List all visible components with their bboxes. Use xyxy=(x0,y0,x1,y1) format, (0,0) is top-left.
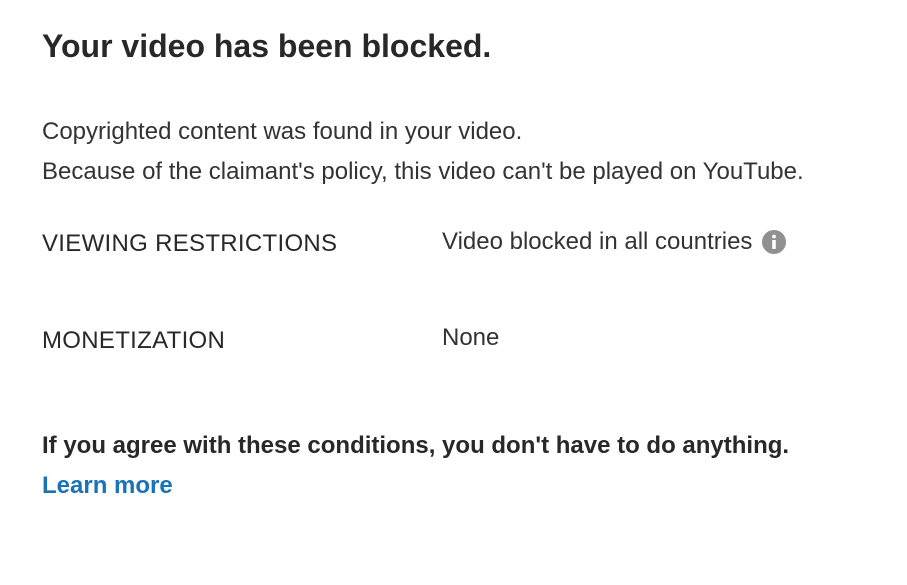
description-line-2: Because of the claimant's policy, this v… xyxy=(42,158,804,185)
dialog-title: Your video has been blocked. xyxy=(42,28,492,64)
monetization-label: MONETIZATION xyxy=(42,327,226,354)
conditions-notice: If you agree with these conditions, you … xyxy=(42,432,790,459)
learn-more-link[interactable]: Learn more xyxy=(42,472,173,500)
description-line-1: Copyrighted content was found in your vi… xyxy=(42,118,523,145)
viewing-restrictions-label: VIEWING RESTRICTIONS xyxy=(42,230,338,257)
monetization-value: None xyxy=(442,324,500,351)
dialog-description: Copyrighted content was found in your vi… xyxy=(42,112,804,192)
viewing-restrictions-value: Video blocked in all countries xyxy=(442,228,753,255)
viewing-restrictions-value-row: Video blocked in all countries xyxy=(442,228,787,256)
info-icon[interactable] xyxy=(762,230,787,254)
